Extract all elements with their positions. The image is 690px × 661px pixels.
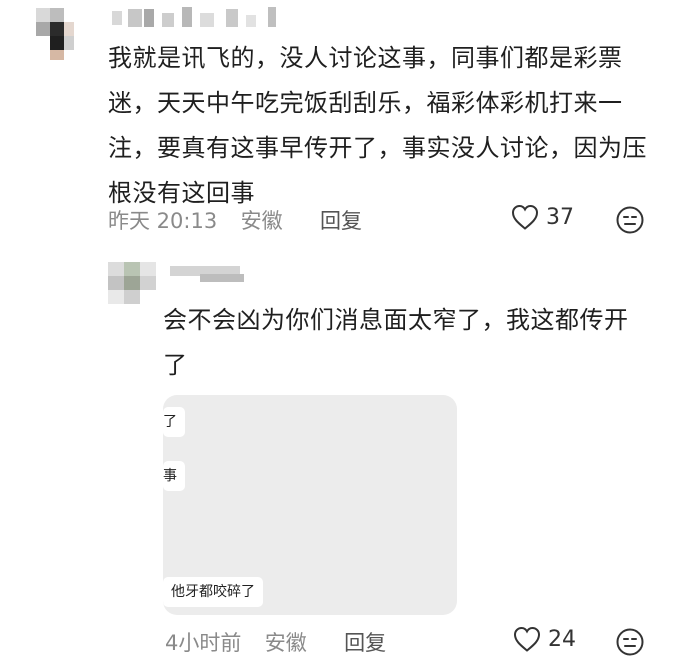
comment-text: 我就是讯飞的，没人讨论这事，同事们都是彩票迷，天天中午吃完饭刮刮乐，福彩体彩机打… bbox=[108, 44, 647, 207]
image-bubble: 了 bbox=[163, 407, 185, 437]
neutral-face-icon[interactable] bbox=[615, 627, 645, 661]
reply-button[interactable]: 回复 bbox=[344, 631, 386, 655]
like-count: 24 bbox=[548, 626, 576, 652]
like-button[interactable]: 37 bbox=[510, 203, 574, 231]
like-count: 37 bbox=[546, 204, 574, 230]
reply-button[interactable]: 回复 bbox=[320, 209, 362, 233]
comment-location: 安徽 bbox=[240, 209, 283, 233]
comment-meta: 昨天 20:13 安徽 回复 bbox=[108, 205, 362, 235]
reply-avatar[interactable] bbox=[108, 262, 158, 306]
reply-time: 4小时前 bbox=[165, 631, 242, 655]
reply-comment: ▀▀▀▀ 会不会凶为你们消息面太窄了，我这都传开了 了 事 他牙都咬碎了 4小时… bbox=[0, 240, 690, 661]
username[interactable]: ▘▜▝ ▖▌ ▗ ▘ bbox=[108, 7, 308, 29]
reply-username[interactable]: ▀▀▀▀ bbox=[170, 264, 250, 284]
like-button[interactable]: 24 bbox=[512, 625, 576, 653]
image-bubble: 他牙都咬碎了 bbox=[163, 577, 263, 607]
reply-location: 安徽 bbox=[264, 631, 307, 655]
reply-text: 会不会凶为你们消息面太窄了，我这都传开了 bbox=[163, 306, 629, 379]
avatar[interactable] bbox=[28, 8, 80, 60]
image-bubble: 事 bbox=[163, 461, 185, 491]
reply-meta: 4小时前 安徽 回复 bbox=[165, 627, 386, 657]
heart-icon bbox=[512, 625, 542, 653]
top-comment: ▘▜▝ ▖▌ ▗ ▘ 我就是讯飞的，没人讨论这事，同事们都是彩票迷，天天中午吃完… bbox=[0, 0, 690, 240]
neutral-face-icon[interactable] bbox=[615, 205, 645, 239]
reply-image[interactable]: 了 事 他牙都咬碎了 bbox=[163, 395, 457, 615]
comment-time: 昨天 20:13 bbox=[108, 209, 218, 233]
heart-icon bbox=[510, 203, 540, 231]
